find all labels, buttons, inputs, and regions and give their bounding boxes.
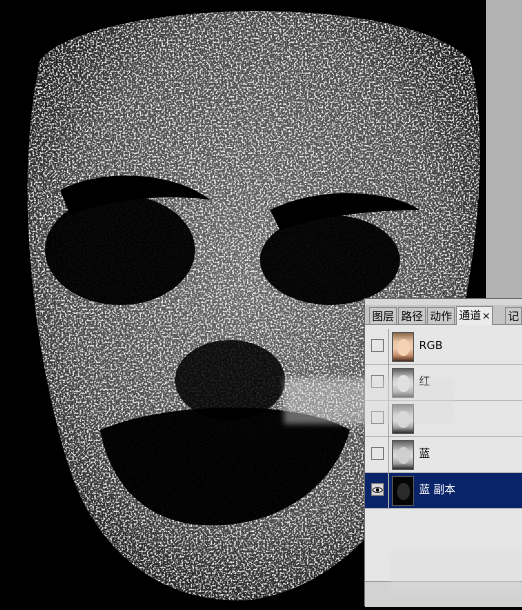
channel-thumbnail [392,476,414,506]
channel-thumbnail [392,332,414,362]
channel-row-blue[interactable]: 蓝 [365,437,522,473]
channel-name: RGB [419,339,443,352]
blur-overlay [284,378,454,424]
channel-name: 蓝 [419,447,430,460]
channel-name: 蓝 副本 [419,483,456,496]
visibility-toggle[interactable] [371,447,384,460]
eye-icon [372,487,383,493]
row-divider [388,473,389,509]
visibility-toggle[interactable] [371,483,384,496]
tab-channels[interactable]: 通道× [456,306,494,325]
channel-row-rgb[interactable]: RGB [365,329,522,365]
tab-actions[interactable]: 动作 [427,307,455,324]
close-icon[interactable]: × [482,311,490,322]
canvas-background [486,0,522,300]
channel-row-blue-copy[interactable]: 蓝 副本 [365,473,522,509]
panel-tab-bar: 图层 路径 动作 通道× 记 [365,305,522,325]
tab-paths[interactable]: 路径 [398,307,426,324]
channel-thumbnail [392,440,414,470]
tab-layers[interactable]: 图层 [369,307,397,324]
row-divider [388,437,389,473]
channel-list: RGB 红 蓝 [365,325,522,585]
blur-overlay [390,550,522,592]
row-divider [388,329,389,365]
tab-history[interactable]: 记 [505,307,522,324]
visibility-toggle[interactable] [371,339,384,352]
